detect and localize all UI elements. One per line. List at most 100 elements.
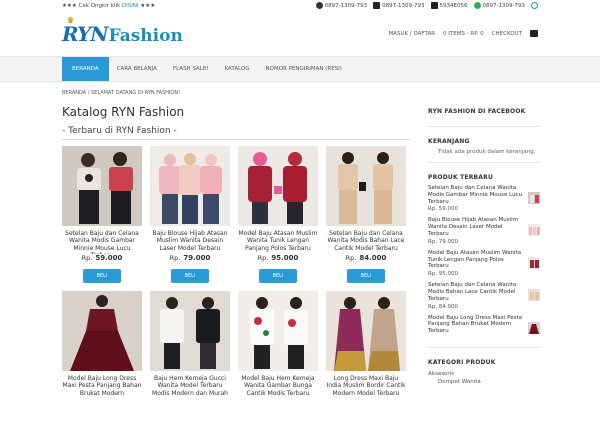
bbm-icon <box>373 2 381 9</box>
site-header: ♛ RYN Fashion MASUK / DAFTAR 0 ITEMS - RP… <box>0 11 600 56</box>
product-card[interactable]: Setelan Baju dan Celana Wanita Modis Gam… <box>62 146 142 291</box>
product-price: Rp. 79.000 <box>150 254 230 262</box>
cart-empty-text: Tidak ada produk dalam keranjang. <box>438 149 536 155</box>
currency-label: Rp. <box>81 254 93 262</box>
product-name[interactable]: Setelan Baju dan Celana Wanita Modis Gam… <box>62 230 142 254</box>
new-product-price: Rp. 79.000 <box>428 238 459 245</box>
product-card[interactable]: Model Baju Hem Kemeja Wanita Gambar Bung… <box>238 291 318 436</box>
product-name[interactable]: Setelan Baju dan Celana Wanita Modis Bah… <box>326 230 406 254</box>
product-image[interactable] <box>238 291 318 371</box>
phone-number: 0897-1309-793 <box>324 2 368 9</box>
buy-button[interactable]: BELI <box>82 269 122 283</box>
nav-resi[interactable]: NOMOR PENGIRIMAN (RESI) <box>258 57 350 81</box>
list-item[interactable]: Model Baju Atasan Muslim Wanita Tunik Le… <box>428 250 540 277</box>
product-image[interactable] <box>150 146 230 226</box>
logo-fashion: Fashion <box>108 25 183 46</box>
currency-label: Rp. <box>169 254 181 262</box>
login-link[interactable]: MASUK / DAFTAR <box>389 31 435 37</box>
list-item[interactable]: Baju Blouse Hijab Atasan Muslim Wanita D… <box>428 217 540 245</box>
new-product-name[interactable]: Setelan Baju dan Celana Wanita Modis Gam… <box>428 185 523 205</box>
category-title: KATEGORI PRODUK <box>428 358 496 366</box>
phone-icon <box>315 2 323 9</box>
sidebar: RYN FASHION DI FACEBOOK KERANJANG Tidak … <box>428 108 540 404</box>
new-product-thumb[interactable] <box>528 189 540 204</box>
phone-contact: 0897-1309-793 <box>315 2 368 9</box>
new-product-thumb[interactable] <box>528 286 540 302</box>
new-product-name[interactable]: Setelan Baju dan Celana Wanita Modis Bah… <box>428 282 523 302</box>
new-product-name[interactable]: Model Baju Atasan Muslim Wanita Tunik Le… <box>428 250 523 270</box>
currency-label: Rp. <box>257 254 269 262</box>
new-product-price: Rp. 59.000 <box>428 206 459 213</box>
breadcrumb: BERANDA / SELAMAT DATANG DI RYN FASHION! <box>62 90 181 96</box>
product-name[interactable]: Baju Blouse Hijab Atasan Muslim Wanita D… <box>150 230 230 254</box>
product-name[interactable]: Model Baju Long Dress Maxi Pesta Panjang… <box>62 375 142 399</box>
new-product-thumb[interactable] <box>528 319 540 334</box>
new-product-thumb[interactable] <box>528 221 540 237</box>
new-products-widget: PRODUK TERBARU Setelan Baju dan Celana W… <box>428 174 540 348</box>
category-item[interactable]: Aksesoris <box>428 370 540 378</box>
logo-ryn: RYN <box>62 21 109 46</box>
checkout-link[interactable]: CHECKOUT <box>492 31 522 37</box>
new-product-thumb[interactable] <box>528 254 540 269</box>
header-account: MASUK / DAFTAR 0 ITEMS - RP. 0 CHECKOUT <box>389 30 538 37</box>
product-card[interactable]: Baju Blouse Hijab Atasan Muslim Wanita D… <box>150 146 230 291</box>
promo-suffix: ★★★ <box>138 2 156 9</box>
product-card[interactable]: Long Dress Maxi Baju India Muslim Bordir… <box>326 291 406 436</box>
main-nav: BERANDA CARA BELANJA FLASH SALE! KATALOG… <box>0 56 600 82</box>
new-products-title: PRODUK TERBARU <box>428 174 494 181</box>
cart-widget: KERANJANG Tidak ada produk dalam keranja… <box>428 138 540 163</box>
product-name[interactable]: Model Baju Atasan Muslim Wanita Tunik Le… <box>238 230 318 254</box>
site-logo[interactable]: ♛ RYN Fashion <box>62 15 183 46</box>
section-title: - Terbaru di RYN Fashion - <box>62 126 410 140</box>
nav-flash-sale[interactable]: FLASH SALE! <box>165 57 217 81</box>
buy-button[interactable]: BELI <box>258 269 298 283</box>
price-amount: 59.000 <box>95 254 123 262</box>
product-image[interactable] <box>238 146 318 226</box>
list-item[interactable]: Setelan Baju dan Celana Wanita Modis Gam… <box>428 185 540 212</box>
cart-icon[interactable] <box>530 30 538 37</box>
bbm-number: 0897-1309-793 <box>382 2 425 9</box>
price-amount: 79.000 <box>183 254 211 262</box>
product-image[interactable] <box>62 291 142 371</box>
price-amount: 95.000 <box>271 254 299 262</box>
page-title: Katalog RYN Fashion <box>62 105 185 119</box>
top-bar: ★★★ Cek Ongkir klik DISINI ★★★ 0897-1309… <box>0 0 600 11</box>
catalog-main: Katalog RYN Fashion - Terbaru di RYN Fas… <box>62 100 410 436</box>
contact-list: 0897-1309-793 0897-1309-793 5934E056 089… <box>315 2 538 9</box>
new-product-price: Rp. 95.000 <box>428 271 459 278</box>
category-widget: KATEGORI PRODUK Aksesoris Dompet Wanita <box>428 359 540 393</box>
product-name[interactable]: Baju Hem Kemeja Gucci Wanita Model Terba… <box>150 375 230 399</box>
nav-cara-belanja[interactable]: CARA BELANJA <box>109 57 165 81</box>
cart-title: KERANJANG <box>428 138 470 145</box>
pin-icon <box>430 2 438 9</box>
product-card[interactable]: Setelan Baju dan Celana Wanita Modis Bah… <box>326 146 406 291</box>
buy-button[interactable]: BELI <box>346 269 386 283</box>
currency-label: Rp. <box>345 254 357 262</box>
nav-katalog[interactable]: KATALOG <box>217 57 258 81</box>
nav-beranda[interactable]: BERANDA <box>62 57 109 81</box>
search-icon[interactable] <box>531 2 538 9</box>
whatsapp-contact: 0897-1309-793 <box>473 2 525 9</box>
list-item[interactable]: Setelan Baju dan Celana Wanita Modis Bah… <box>428 282 540 310</box>
product-image[interactable] <box>326 146 406 226</box>
new-product-name[interactable]: Baju Blouse Hijab Atasan Muslim Wanita D… <box>428 217 523 237</box>
product-image[interactable] <box>150 291 230 371</box>
product-image[interactable] <box>62 146 142 226</box>
ongkir-link[interactable]: DISINI <box>122 3 139 9</box>
bbm-contact: 0897-1309-793 <box>373 2 425 9</box>
category-item[interactable]: Dompet Wanita <box>428 378 540 386</box>
buy-button[interactable]: BELI <box>170 269 210 283</box>
product-card[interactable]: Model Baju Long Dress Maxi Pesta Panjang… <box>62 291 142 436</box>
product-name[interactable]: Model Baju Hem Kemeja Wanita Gambar Bung… <box>238 375 318 399</box>
list-item[interactable]: Model Baju Long Dress Maxi Pesta Panjang… <box>428 315 540 335</box>
promo-text: ★★★ Cek Ongkir klik <box>62 2 122 9</box>
product-name[interactable]: Long Dress Maxi Baju India Muslim Bordir… <box>326 375 406 399</box>
product-card[interactable]: Model Baju Atasan Muslim Wanita Tunik Le… <box>238 146 318 291</box>
product-image[interactable] <box>326 291 406 371</box>
pin-code: 5934E056 <box>439 2 468 9</box>
product-grid: Setelan Baju dan Celana Wanita Modis Gam… <box>62 146 410 436</box>
product-card[interactable]: Baju Hem Kemeja Gucci Wanita Model Terba… <box>150 291 230 436</box>
cart-summary[interactable]: 0 ITEMS - RP. 0 <box>443 31 484 37</box>
new-product-name[interactable]: Model Baju Long Dress Maxi Pesta Panjang… <box>428 315 523 335</box>
product-price: Rp. 95.000 <box>238 254 318 262</box>
